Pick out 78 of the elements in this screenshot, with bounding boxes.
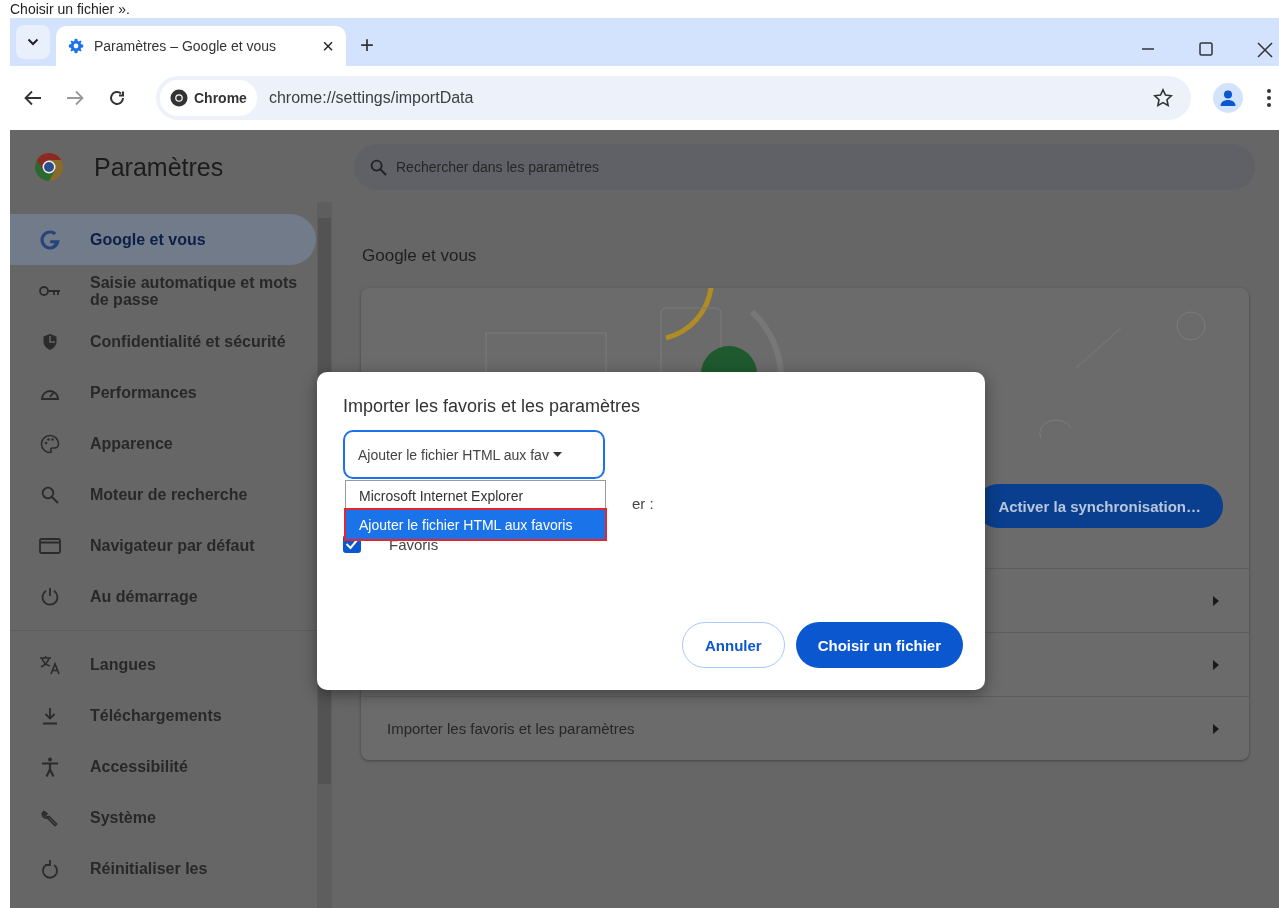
caret-right-icon <box>1213 723 1219 734</box>
items-label: er : <box>632 495 654 513</box>
url-text: chrome://settings/importData <box>268 89 475 107</box>
sidebar-label: Performances <box>90 384 197 401</box>
power-icon <box>41 586 59 607</box>
caret-down-icon <box>552 452 562 457</box>
star-icon[interactable] <box>1153 88 1173 108</box>
sidebar-label: Moteur de recherche <box>90 486 248 503</box>
search-icon <box>41 485 59 504</box>
caret-right-icon <box>1213 659 1219 670</box>
tab-search-button[interactable] <box>16 25 50 59</box>
sidebar-label: Accessibilité <box>90 758 188 775</box>
search-placeholder: Rechercher dans les paramètres <box>396 159 600 175</box>
sidebar-label: Au démarrage <box>90 588 198 605</box>
accessibility-icon <box>41 756 59 777</box>
search-field[interactable]: Rechercher dans les paramètres <box>354 144 1255 190</box>
dropdown-option[interactable]: Microsoft Internet Explorer <box>346 481 605 510</box>
caret-right-icon <box>1213 595 1219 606</box>
search-icon <box>370 158 387 176</box>
forward-arrow-icon[interactable] <box>66 90 84 106</box>
browser-window-icon <box>39 537 61 554</box>
dropdown-option[interactable]: Ajouter le fichier HTML aux favoris <box>346 510 605 539</box>
tab-title: Paramètres – Google et vous <box>94 38 278 54</box>
sidebar-item[interactable]: Système <box>10 792 316 843</box>
maximize-icon[interactable] <box>1199 42 1213 56</box>
section-title: Google et vous <box>362 246 478 266</box>
sidebar-item[interactable]: Réinitialiser les <box>10 843 316 894</box>
back-arrow-icon[interactable] <box>24 90 42 106</box>
chrome-logo-icon <box>170 89 188 107</box>
gear-icon <box>68 38 84 54</box>
address-bar[interactable]: Chrome chrome://settings/importData <box>156 76 1191 120</box>
site-chip[interactable]: Chrome <box>160 80 257 116</box>
sidebar-label: Navigateur par défaut <box>90 537 255 554</box>
sidebar-label: Langues <box>90 656 156 673</box>
tab-close-button[interactable]: × <box>322 36 334 56</box>
reset-icon <box>41 858 59 879</box>
wrench-icon <box>41 808 59 827</box>
more-menu-icon[interactable] <box>1267 89 1271 107</box>
translate-icon <box>39 654 61 675</box>
settings-row[interactable]: Importer les favoris et les paramètres <box>361 696 1249 760</box>
chrome-logo-icon <box>34 152 64 182</box>
chevron-down-icon <box>27 38 39 46</box>
close-icon[interactable] <box>1257 42 1273 58</box>
google-g-icon <box>40 229 60 250</box>
sidebar-item[interactable]: Langues <box>10 639 316 690</box>
shield-icon <box>42 332 58 351</box>
sidebar-item[interactable]: Confidentialité et sécurité <box>10 316 316 367</box>
browser-tab[interactable]: Paramètres – Google et vous × <box>56 26 346 66</box>
sidebar-label: Réinitialiser les <box>90 860 208 877</box>
reload-icon[interactable] <box>108 89 126 107</box>
dialog-title: Importer les favoris et les paramètres <box>343 396 642 416</box>
sidebar-item[interactable]: Saisie automatique et mots de passe <box>10 265 316 316</box>
new-tab-button[interactable]: + <box>360 33 374 57</box>
sidebar-label: Apparence <box>90 435 173 452</box>
caption-text: Choisir un fichier ». <box>10 1 130 17</box>
sidebar-item[interactable]: Moteur de recherche <box>10 469 316 520</box>
person-icon <box>1219 89 1237 107</box>
palette-icon <box>40 433 60 454</box>
sidebar-label: Système <box>90 809 156 826</box>
sidebar-label: Téléchargements <box>90 707 222 724</box>
sidebar-item[interactable]: Téléchargements <box>10 690 316 741</box>
sidebar-item[interactable]: Au démarrage <box>10 571 316 622</box>
sidebar-item[interactable]: Apparence <box>10 418 316 469</box>
row-label: Importer les favoris et les paramètres <box>387 720 636 737</box>
sidebar-item[interactable]: Navigateur par défaut <box>10 520 316 571</box>
sidebar-item[interactable]: Accessibilité <box>10 741 316 792</box>
sidebar-item[interactable]: Google et vous <box>10 214 316 265</box>
sidebar-label: Saisie automatique et mots de passe <box>90 273 299 308</box>
sidebar-item[interactable]: Performances <box>10 367 316 418</box>
choose-file-button[interactable]: Choisir un fichier <box>795 622 963 668</box>
cancel-button[interactable]: Annuler <box>681 622 785 668</box>
key-icon <box>39 284 61 297</box>
checkmark-icon <box>345 538 359 550</box>
settings-title: Paramètres <box>94 152 224 182</box>
sidebar-label: Confidentialité et sécurité <box>90 333 286 350</box>
profile-avatar[interactable] <box>1213 83 1243 113</box>
sidebar-label: Google et vous <box>90 231 206 248</box>
download-icon <box>42 706 58 725</box>
